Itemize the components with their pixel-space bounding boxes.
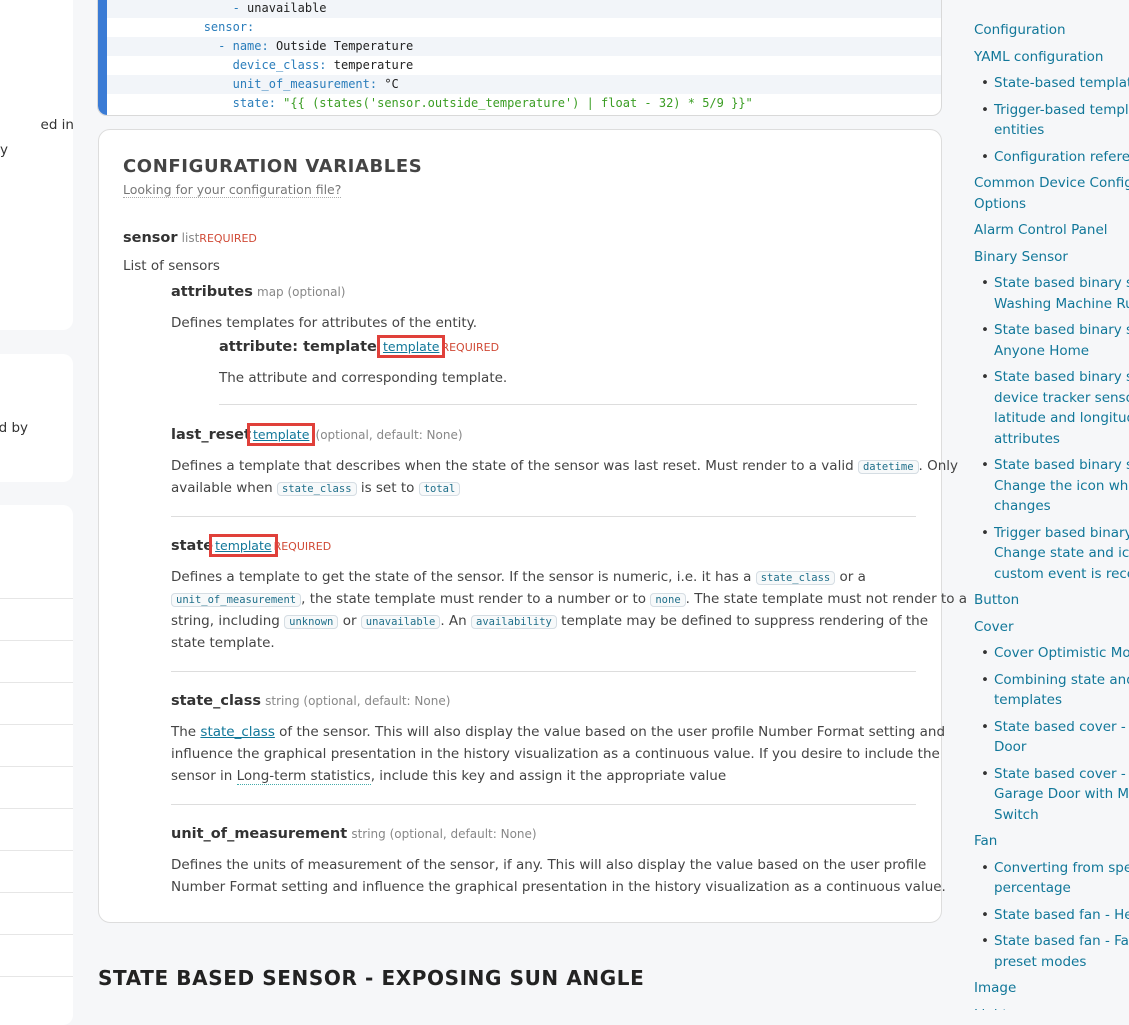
inline-code: total — [418, 482, 461, 496]
toc-subitem[interactable]: State based fan - Fanpreset modes — [981, 931, 1129, 972]
required-badge: REQUIRED — [441, 341, 500, 354]
var-desc: The state_class of the sensor. This will… — [171, 724, 946, 740]
code-line: - name: Outside Temperature — [107, 37, 941, 56]
var-desc: unit_of_measurement, the state template … — [171, 588, 967, 611]
inline-code: unit_of_measurement — [171, 593, 302, 607]
var-type: string (optional, default: None) — [351, 827, 537, 841]
var-name: unit_of_measurement — [171, 826, 348, 842]
var-state: state template REQUIRED — [171, 534, 332, 557]
left-text-fragment: d by — [0, 420, 28, 436]
config-file-link[interactable]: Looking for your configuration file? — [123, 182, 342, 198]
required-badge: REQUIRED — [273, 540, 332, 553]
toc-subitem[interactable]: State based fan - Help — [981, 905, 1129, 926]
var-name: attribute: template — [219, 339, 377, 355]
toc-subitem[interactable]: Combining state and ptemplates — [981, 670, 1129, 711]
var-name: last_reset — [171, 427, 251, 443]
code-line: - unavailable — [107, 0, 941, 18]
configuration-variables-card: CONFIGURATION VARIABLES Looking for your… — [98, 129, 967, 923]
var-type: list — [181, 231, 200, 245]
inline-code: state_class — [755, 571, 836, 585]
var-state-class: state_class string (optional, default: N… — [171, 693, 450, 709]
yaml-code-block: - unavailable sensor: - name: Outside Te… — [97, 0, 942, 116]
inline-code: unavailable — [360, 615, 441, 629]
code-line: sensor: — [203, 20, 255, 34]
toc-item[interactable]: Fan — [974, 831, 997, 852]
inline-code: state_class — [276, 482, 357, 496]
var-desc: Number Format setting and influence the … — [171, 879, 946, 895]
toc-subitem[interactable]: State based binary serAnyone Home — [981, 320, 1129, 361]
toc-item[interactable]: Common Device Configu Options — [974, 173, 1129, 214]
required-badge: REQUIRED — [199, 232, 257, 245]
toc-subitem[interactable]: Trigger based binary sChange state and i… — [981, 523, 1129, 585]
var-type: map (optional) — [257, 285, 346, 299]
var-desc: state template. — [171, 635, 275, 651]
toc-item[interactable]: Configuration — [974, 20, 1066, 41]
inline-code: datetime — [857, 460, 919, 474]
code-lines: - unavailable sensor: - name: Outside Te… — [107, 0, 941, 113]
var-name: sensor — [123, 230, 178, 246]
toc-subitem[interactable]: State based binary serChange the icon wh… — [981, 455, 1129, 517]
var-sensor: sensor listREQUIRED — [123, 230, 257, 246]
toc-subitem[interactable]: State based binary serdevice tracker sen… — [981, 367, 1129, 449]
toc-item[interactable]: Alarm Control Panel — [974, 220, 1108, 241]
toc-subitem[interactable]: Cover Optimistic Mod — [981, 643, 1129, 664]
var-name: state_class — [171, 693, 261, 709]
left-text-fragment: ed in — [40, 117, 74, 133]
var-desc: string, including unknown or unavailable… — [171, 613, 929, 629]
var-unit-of-measurement: unit_of_measurement string (optional, de… — [171, 826, 537, 842]
toc-item[interactable]: Light — [974, 1005, 1008, 1011]
toc-subitem[interactable]: State based binary serWashing Machine Ru… — [981, 273, 1129, 314]
toc-item[interactable]: Binary Sensor — [974, 247, 1068, 268]
var-desc: Defines a template to get the state of t… — [171, 569, 866, 585]
state-class-link[interactable]: state_class — [200, 724, 274, 740]
var-desc: The attribute and corresponding template… — [219, 370, 508, 386]
toc-subitem[interactable]: Configuration referen — [981, 147, 1129, 168]
inline-code: unknown — [284, 615, 339, 629]
toc-item[interactable]: Cover — [974, 617, 1014, 638]
template-link[interactable]: template — [209, 534, 278, 557]
var-name: attributes — [171, 284, 253, 300]
var-attributes: attributes map (optional) — [171, 284, 346, 300]
toc-item[interactable]: Button — [974, 590, 1019, 611]
toc-subitem[interactable]: State-based template — [981, 73, 1129, 94]
code-line: state: "{{ (states('sensor.outside_tempe… — [232, 96, 753, 110]
var-desc: List of sensors — [123, 258, 220, 274]
var-last-reset: last_reset template (optional, default: N… — [171, 423, 463, 446]
left-card-3 — [0, 505, 73, 1025]
toc-item[interactable]: YAML configuration — [974, 47, 1103, 68]
left-text-fragment: y — [0, 142, 8, 158]
left-sidebar: ed in y d by — [0, 0, 74, 1025]
var-type: (optional, default: None) — [315, 428, 463, 442]
var-desc: Defines a template that describes when t… — [171, 458, 959, 474]
toc-subitem[interactable]: State based cover - GaDoor — [981, 717, 1129, 758]
inline-code: availability — [471, 615, 557, 629]
inline-code: none — [650, 593, 686, 607]
var-desc: influence the graphical presentation in … — [171, 746, 940, 762]
code-line: unit_of_measurement: °C — [107, 75, 941, 94]
var-name: state — [171, 538, 214, 554]
code-line: device_class: temperature — [232, 58, 414, 72]
config-title: CONFIGURATION VARIABLES — [123, 156, 423, 177]
var-desc: sensor in Long-term statistics, include … — [171, 768, 727, 785]
table-of-contents: Configuration YAML configuration State-bas… — [960, 0, 1129, 1010]
toc-subitem[interactable]: State based cover - OGarage Door with Mo… — [981, 764, 1129, 826]
template-link[interactable]: template — [246, 423, 316, 446]
left-card-2: d by — [0, 354, 73, 482]
var-attribute-template: attribute: template template REQUIRED — [219, 335, 500, 358]
long-term-statistics-link[interactable]: Long-term statistics — [236, 768, 371, 785]
toc-subitem[interactable]: Converting from speepercentage — [981, 858, 1129, 899]
left-card-1: ed in y — [0, 0, 74, 330]
toc-subitem[interactable]: Trigger-based templaentities — [981, 100, 1129, 141]
var-desc: Defines the units of measurement of the … — [171, 857, 927, 873]
var-desc: Defines templates for attributes of the … — [171, 315, 478, 331]
section-heading: STATE BASED SENSOR - EXPOSING SUN ANGLE — [98, 966, 645, 990]
template-link[interactable]: template — [376, 335, 446, 358]
toc-item[interactable]: Image — [974, 978, 1016, 999]
var-type: string (optional, default: None) — [265, 694, 451, 708]
var-desc: available when state_class is set to tot… — [171, 477, 461, 500]
